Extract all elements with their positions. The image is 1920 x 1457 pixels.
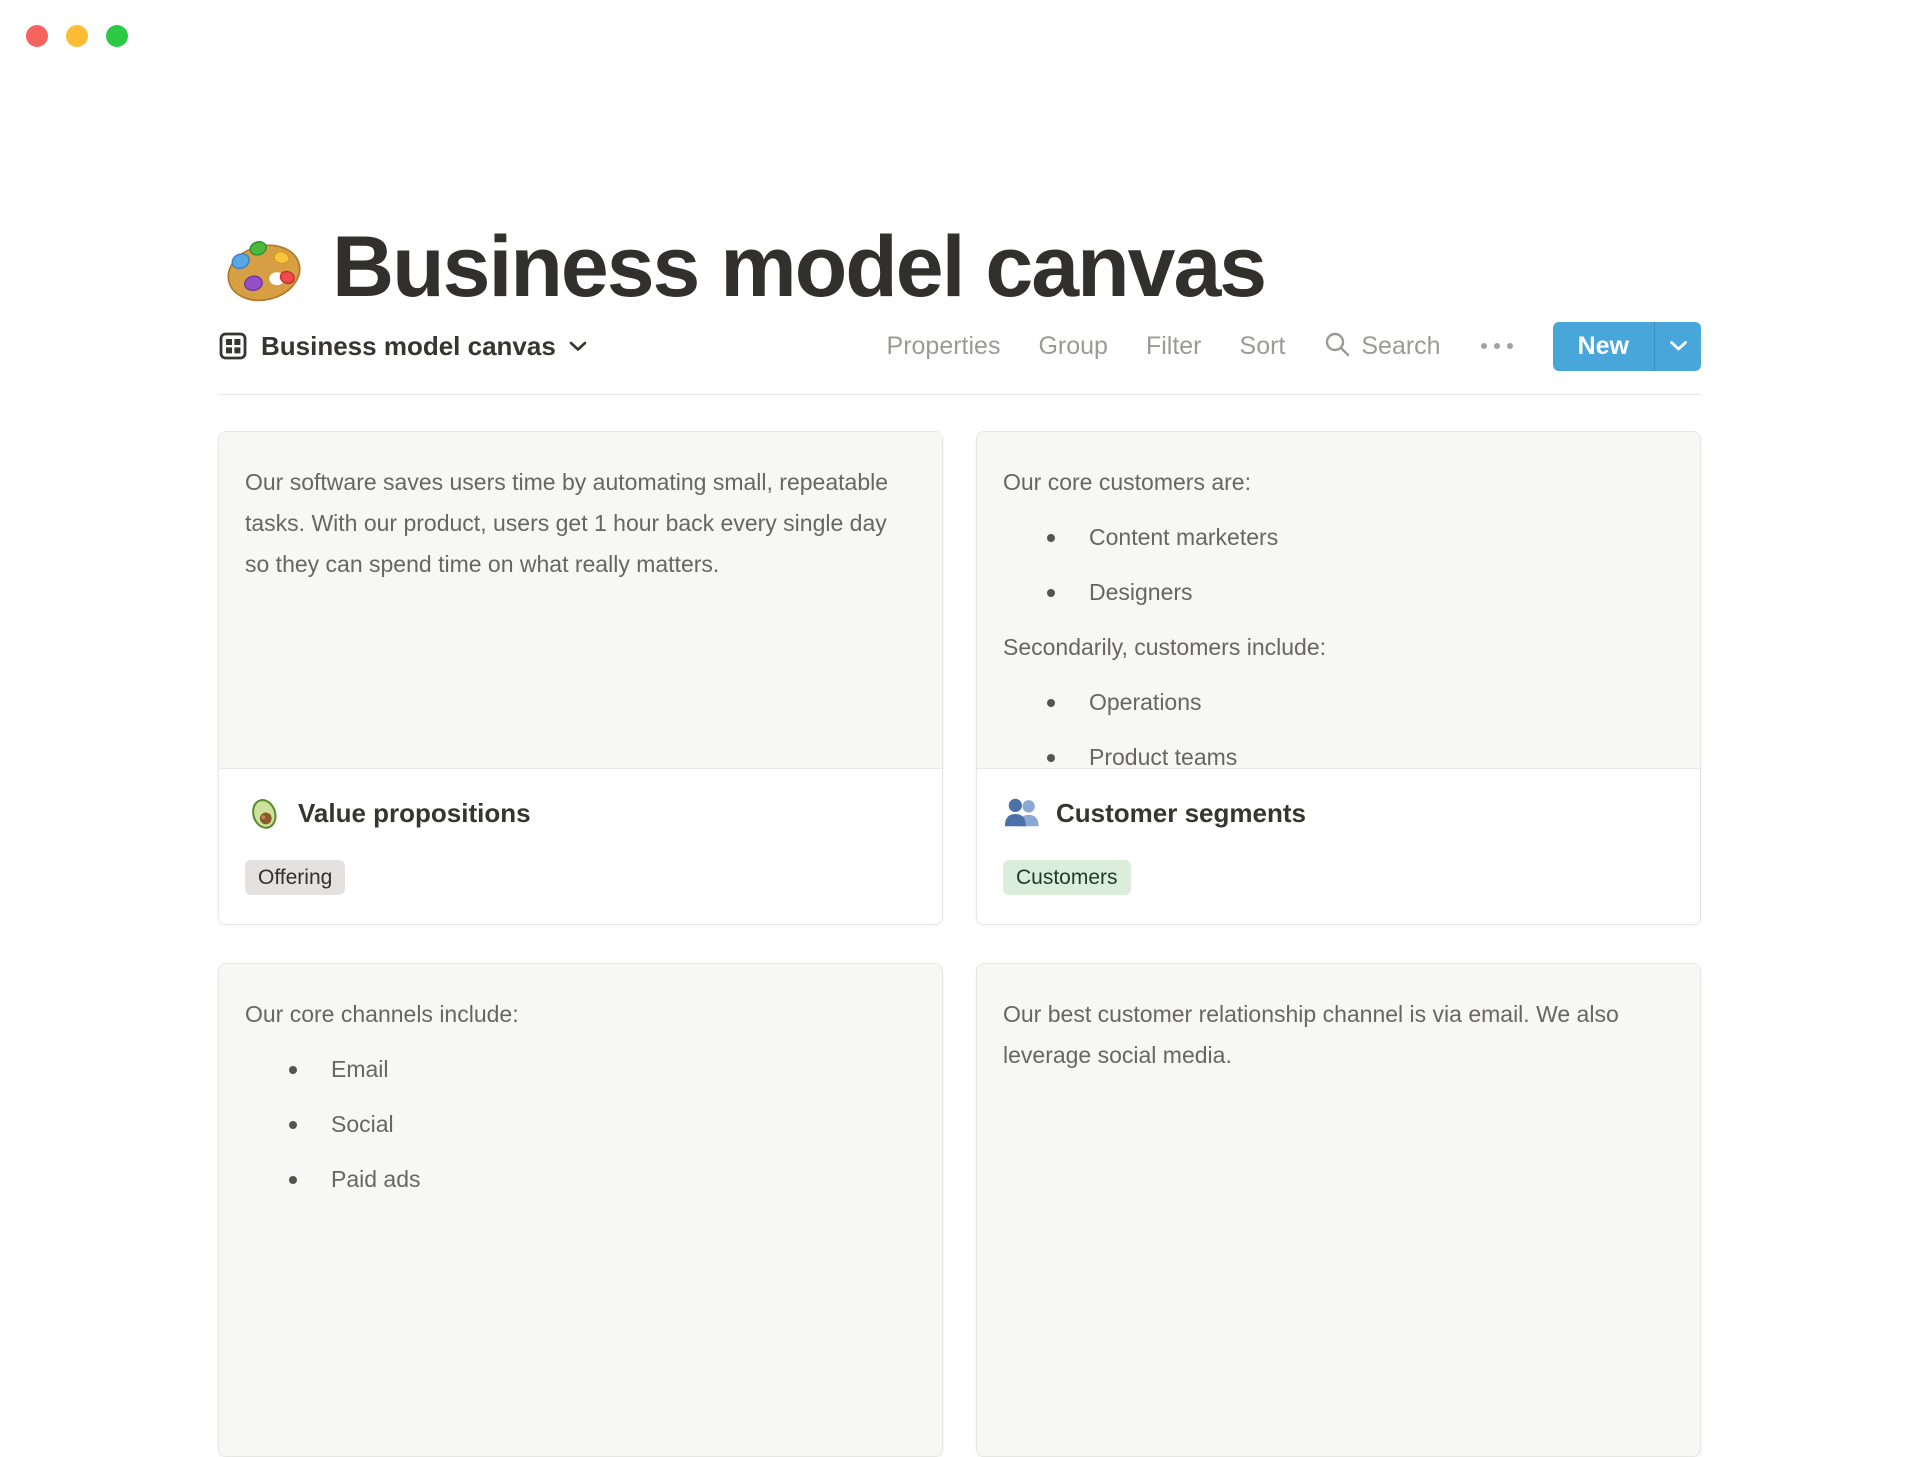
search-button[interactable]: Search: [1323, 330, 1441, 363]
gallery-grid: Our software saves users time by automat…: [218, 431, 1701, 1457]
card-title: Value propositions: [298, 797, 531, 828]
tag-customers: Customers: [1003, 860, 1131, 895]
preview-paragraph: Our core channels include:: [245, 1001, 519, 1027]
bullet-icon: [1047, 699, 1055, 707]
card-preview: Our software saves users time by automat…: [219, 432, 942, 768]
more-options-button[interactable]: [1479, 337, 1515, 355]
bullet-icon: [289, 1176, 297, 1184]
properties-button[interactable]: Properties: [887, 332, 1001, 361]
ellipsis-icon: [1506, 343, 1513, 349]
search-icon: [1323, 330, 1351, 363]
minimize-window-button[interactable]: [66, 25, 88, 47]
preview-paragraph: Our software saves users time by automat…: [245, 469, 889, 577]
busts-in-silhouette-emoji: [1003, 794, 1041, 832]
preview-list-item: Content marketers: [1003, 517, 1674, 558]
gallery-card[interactable]: Our core channels include: Email Social …: [218, 963, 943, 1457]
preview-paragraph: Secondarily, customers include:: [1003, 634, 1326, 660]
gallery-view-icon: [218, 331, 248, 361]
toolbar-divider: [218, 394, 1701, 395]
card-title-row: Customer segments: [1003, 794, 1674, 832]
toolbar: Properties Group Filter Sort Search New: [887, 321, 1701, 371]
view-name: Business model canvas: [261, 330, 556, 361]
bullet-icon: [289, 1121, 297, 1129]
ellipsis-icon: [1480, 343, 1487, 349]
tag-offering: Offering: [245, 860, 346, 895]
preview-list-item: Product teams: [1003, 737, 1674, 768]
zoom-window-button[interactable]: [106, 25, 128, 47]
new-split-button: New: [1552, 321, 1701, 371]
view-toolbar: Business model canvas Properties Group F…: [218, 321, 1701, 371]
gallery-card[interactable]: Our core customers are: Content marketer…: [976, 431, 1701, 925]
card-preview: Our core customers are: Content marketer…: [977, 432, 1700, 768]
bullet-icon: [1047, 754, 1055, 762]
sort-button[interactable]: Sort: [1240, 332, 1286, 361]
page-title: Business model canvas: [332, 218, 1267, 315]
gallery-card[interactable]: Our software saves users time by automat…: [218, 431, 943, 925]
card-footer: Value propositions Offering: [219, 768, 942, 924]
filter-button[interactable]: Filter: [1146, 332, 1202, 361]
preview-paragraph: Our core customers are:: [1003, 469, 1251, 495]
card-footer: Customer segments Customers: [977, 768, 1700, 924]
bullet-icon: [1047, 534, 1055, 542]
card-preview: Our best customer relationship channel i…: [977, 964, 1700, 1456]
card-preview: Our core channels include: Email Social …: [219, 964, 942, 1456]
palette-emoji[interactable]: [222, 225, 306, 309]
avocado-emoji: [245, 794, 283, 832]
gallery-card[interactable]: Our best customer relationship channel i…: [976, 963, 1701, 1457]
new-dropdown-button[interactable]: [1654, 321, 1701, 371]
preview-list-item: Designers: [1003, 572, 1674, 613]
bullet-icon: [289, 1066, 297, 1074]
preview-paragraph: Our best customer relationship channel i…: [1003, 1001, 1619, 1068]
group-button[interactable]: Group: [1038, 332, 1107, 361]
preview-list-item: Operations: [1003, 682, 1674, 723]
ellipsis-icon: [1493, 343, 1500, 349]
preview-list-item: Social: [245, 1104, 916, 1145]
view-selector[interactable]: Business model canvas: [218, 331, 587, 362]
search-label: Search: [1361, 331, 1441, 360]
close-window-button[interactable]: [26, 25, 48, 47]
bullet-icon: [1047, 589, 1055, 597]
new-button[interactable]: New: [1553, 322, 1654, 371]
preview-list-item: Email: [245, 1049, 916, 1090]
card-title: Customer segments: [1056, 797, 1306, 828]
preview-list-item: Paid ads: [245, 1159, 916, 1200]
chevron-down-icon: [569, 341, 587, 352]
card-title-row: Value propositions: [245, 794, 916, 832]
window-controls: [26, 25, 128, 47]
